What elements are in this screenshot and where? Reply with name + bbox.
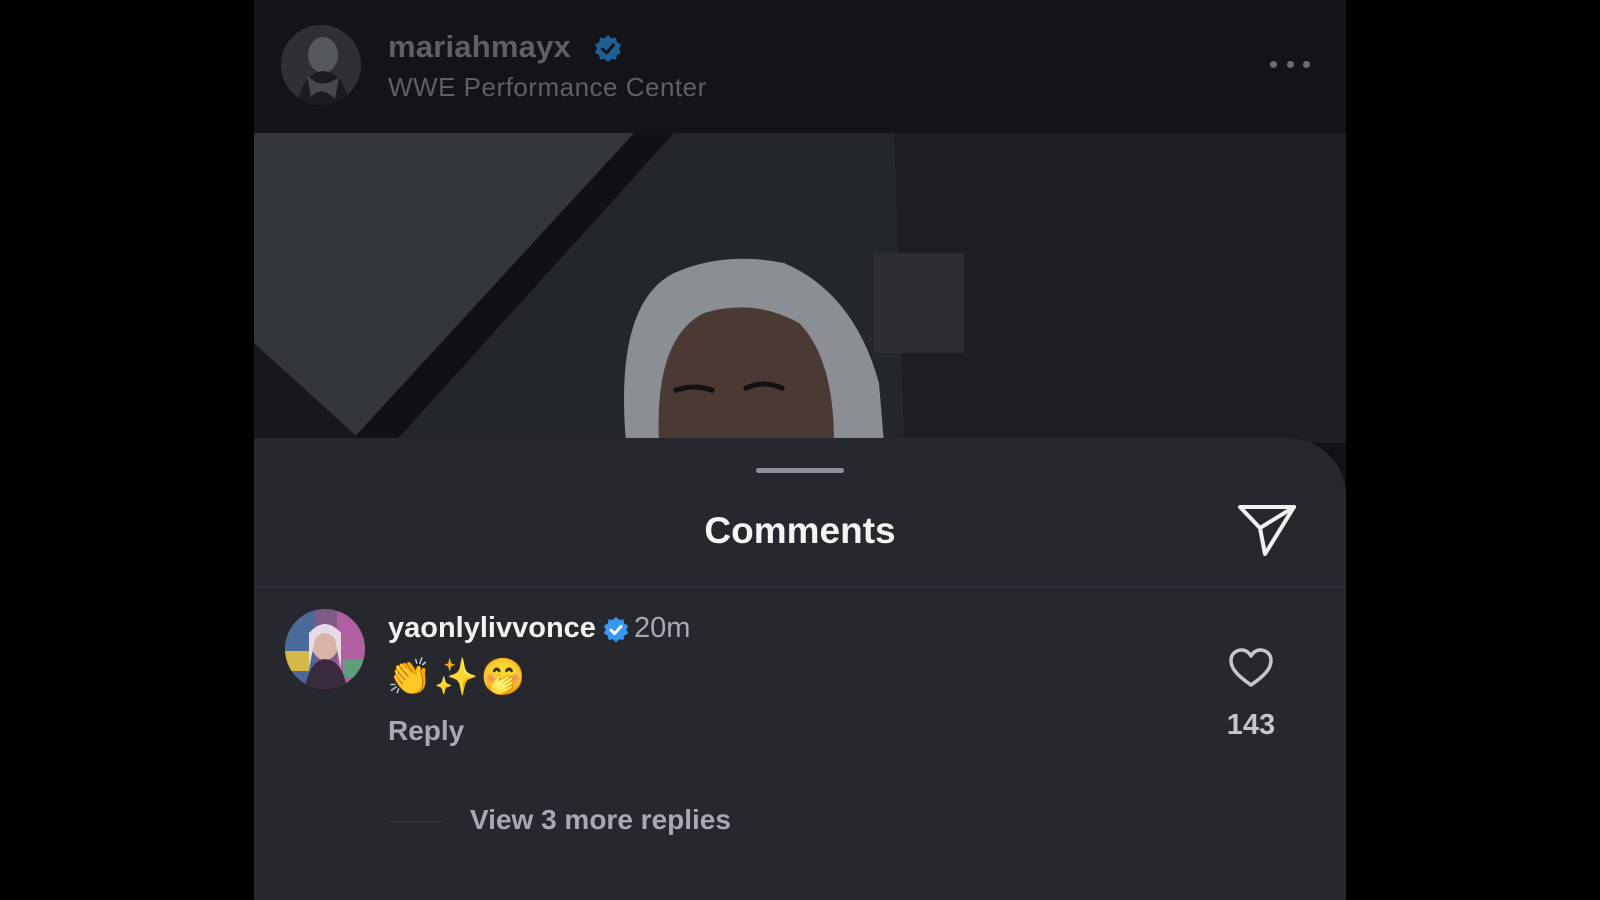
post-author-username[interactable]: mariahmayx <box>388 29 571 65</box>
like-count: 143 <box>1226 709 1276 741</box>
comments-title: Comments <box>704 510 896 551</box>
comment-item: yaonlylivvonce 20m 👏✨🤭 Reply 143 <box>254 609 1346 799</box>
comment-timestamp: 20m <box>634 612 691 644</box>
more-options-icon[interactable] <box>1270 50 1310 78</box>
comment-text: 👏✨🤭 <box>387 656 528 697</box>
post-header: mariahmayx WWE Performance Center <box>254 0 1346 133</box>
reply-button[interactable]: Reply <box>388 715 464 747</box>
dot <box>1270 60 1277 68</box>
commenter-username[interactable]: yaonlylivvonce <box>388 612 596 645</box>
verified-badge-icon <box>593 34 623 64</box>
comments-sheet: Comments yaonlylivvonce 20m 👏✨🤭 Reply 14… <box>254 438 1346 900</box>
sheet-drag-handle[interactable] <box>756 468 844 473</box>
dot <box>1286 60 1294 68</box>
replies-divider-line <box>388 821 444 823</box>
phone-screen: mariahmayx WWE Performance Center Commen… <box>254 0 1346 900</box>
post-photo <box>254 133 1346 443</box>
post-location[interactable]: WWE Performance Center <box>388 72 707 103</box>
post-author-avatar[interactable] <box>281 25 361 105</box>
verified-badge-icon <box>602 616 630 644</box>
heart-outline-icon[interactable] <box>1228 647 1274 689</box>
commenter-avatar[interactable] <box>285 609 365 689</box>
view-more-replies-button[interactable]: View 3 more replies <box>470 804 731 836</box>
send-paper-plane-icon[interactable] <box>1236 502 1298 558</box>
dot <box>1303 60 1310 68</box>
divider <box>254 586 1346 587</box>
